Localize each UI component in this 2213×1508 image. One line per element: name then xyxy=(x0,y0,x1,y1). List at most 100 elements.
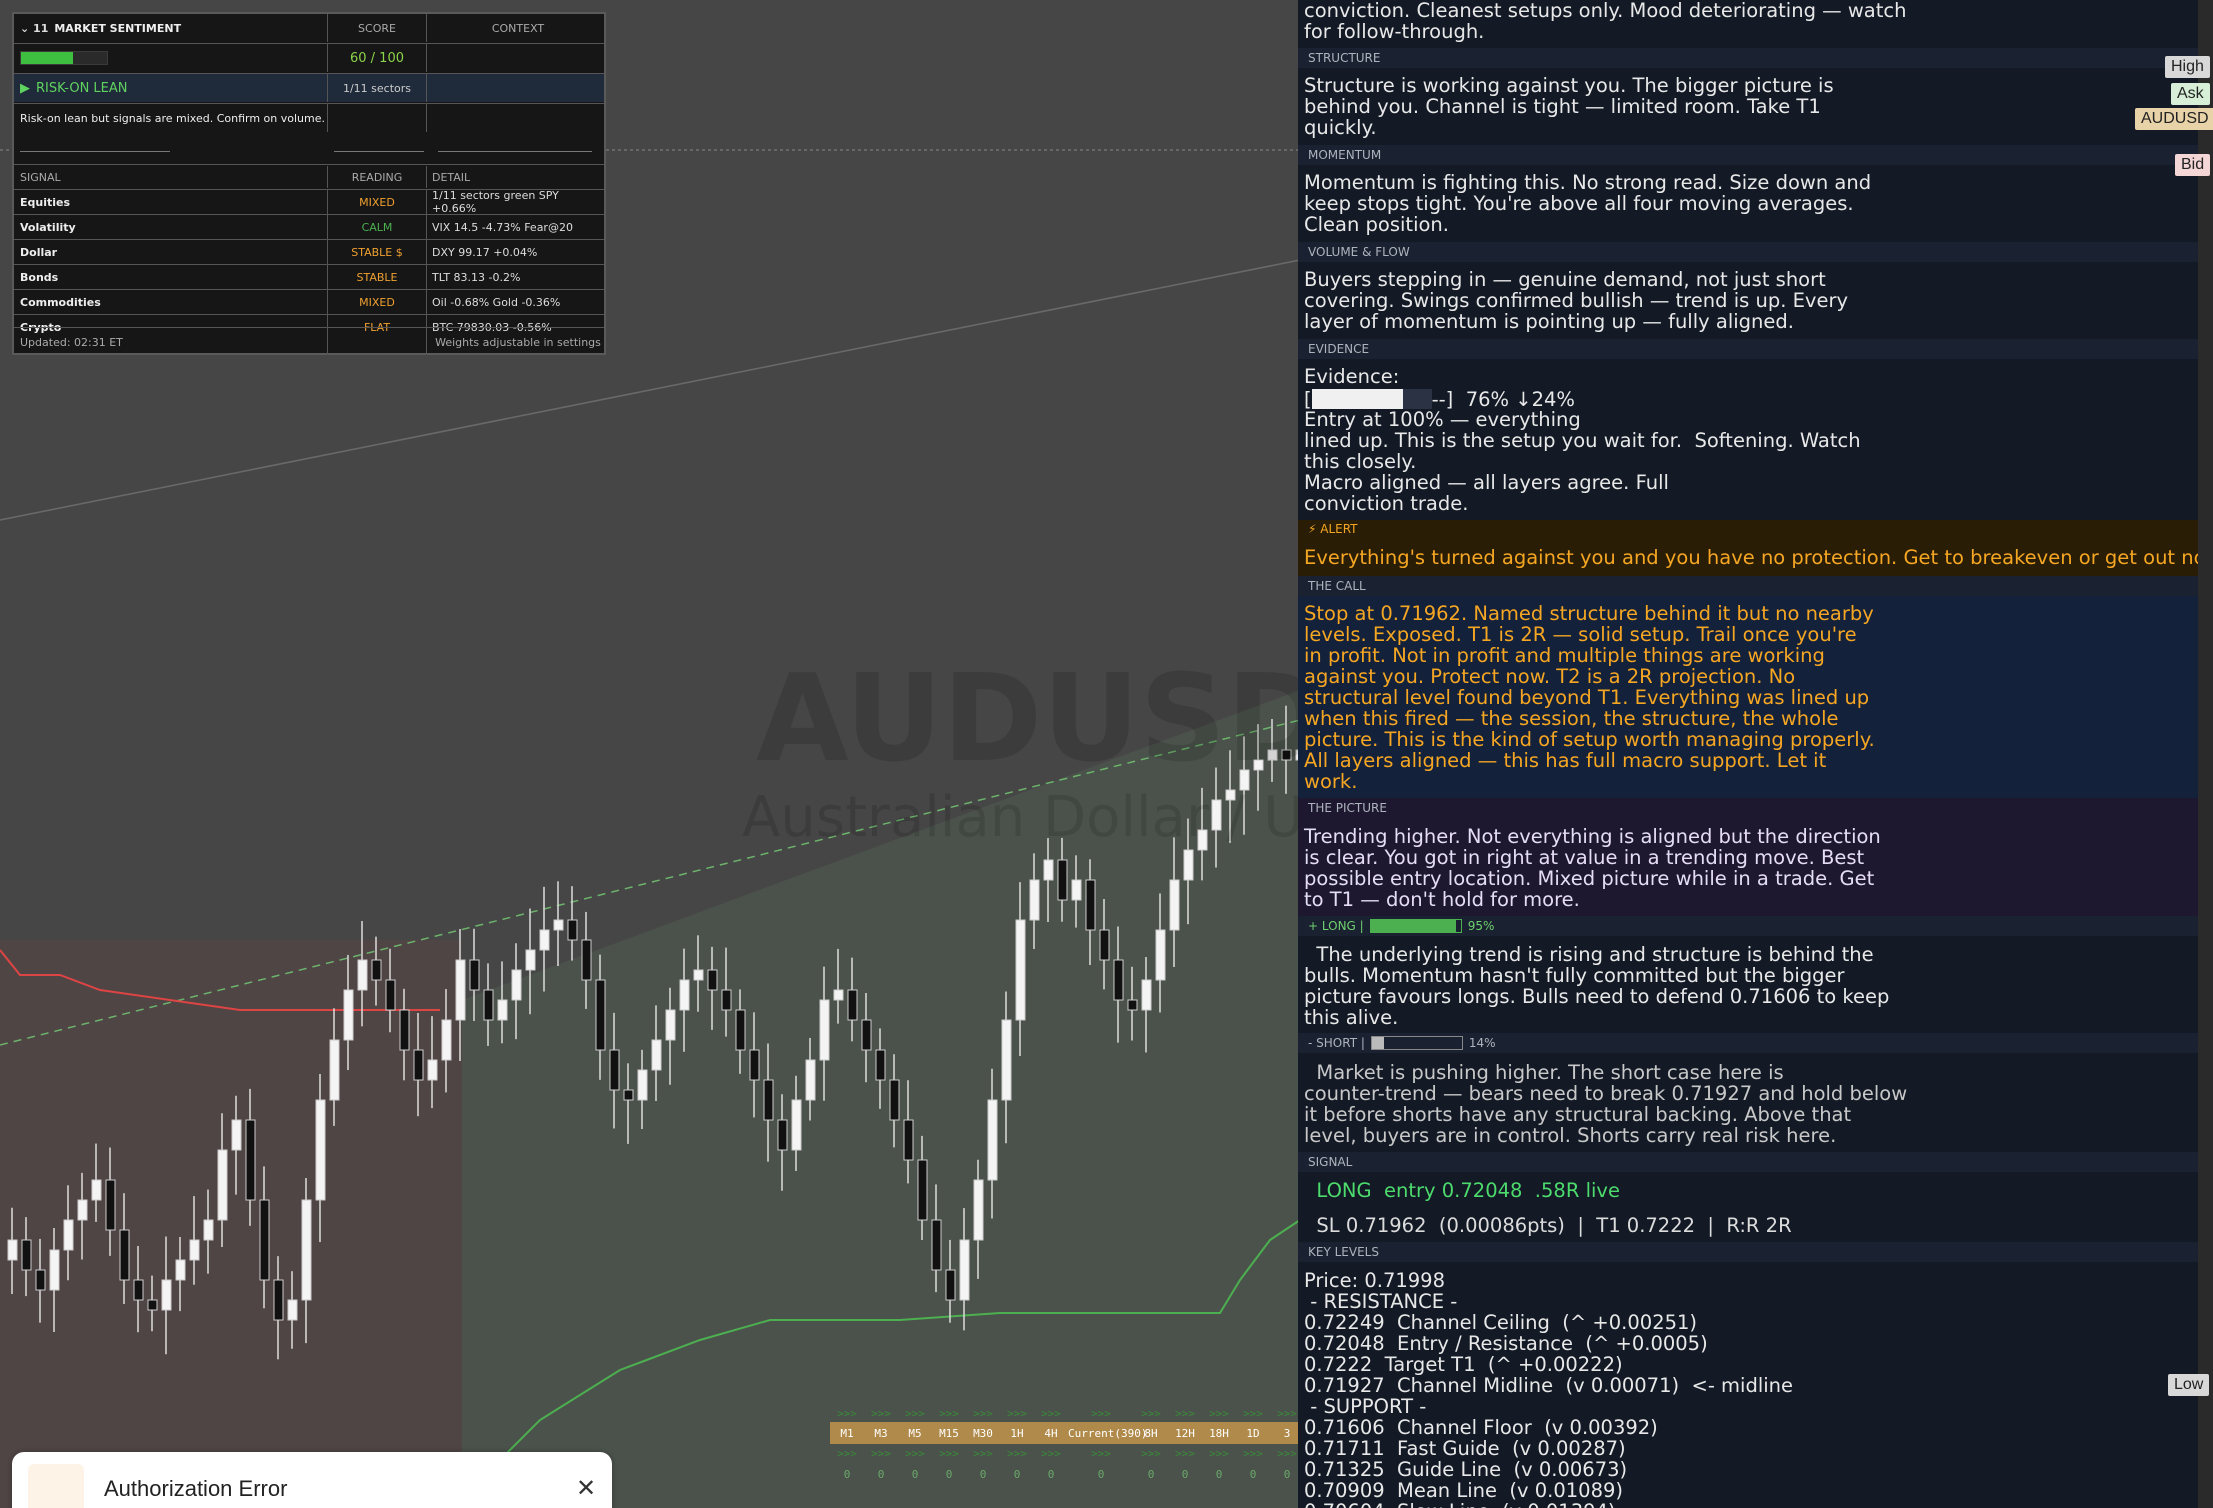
long-percent: 95% xyxy=(1467,919,1495,933)
timeframe-label[interactable]: 4H xyxy=(1034,1427,1068,1440)
collapse-toggle[interactable]: ⌄ 11 xyxy=(20,22,48,35)
timeframe-arrow: >>> xyxy=(973,1446,993,1460)
candle-body xyxy=(1155,929,1166,981)
timeframe-arrow: >>> xyxy=(1141,1446,1161,1460)
timeframe-arrow: >>> xyxy=(871,1406,891,1420)
candle-body xyxy=(819,999,830,1061)
long-header: + LONG | xyxy=(1308,919,1364,933)
candle-body xyxy=(399,1009,410,1051)
timeframe-label[interactable]: M5 xyxy=(898,1427,932,1440)
price-scale[interactable] xyxy=(2198,0,2213,1508)
timeframe-label[interactable]: 1H xyxy=(1000,1427,1034,1440)
candle-body xyxy=(693,969,704,981)
candle-body xyxy=(791,1099,802,1151)
timeframe-label[interactable]: M15 xyxy=(932,1427,966,1440)
candle-body xyxy=(203,1219,214,1241)
candle-body xyxy=(287,1299,298,1321)
section-the-call: THE CALL xyxy=(1298,576,2198,596)
signal-header-row: SIGNAL READING DETAIL xyxy=(14,166,604,188)
candle-body xyxy=(105,1179,116,1231)
timeframe-label[interactable]: M1 xyxy=(830,1427,864,1440)
candle-body xyxy=(1183,849,1194,881)
timeframe-arrow: >>> xyxy=(1277,1446,1297,1460)
timeframe-label[interactable]: 1D xyxy=(1236,1427,1270,1440)
timeframe-label[interactable]: M30 xyxy=(966,1427,1000,1440)
sentiment-header-row: ⌄ 11 MARKET SENTIMENT SCORE CONTEXT xyxy=(14,14,604,42)
timeframe-arrow: >>> xyxy=(1041,1406,1061,1420)
candle-body xyxy=(63,1219,74,1251)
candle-body xyxy=(343,989,354,1041)
timeframe-strip: >>> >>> >>> >>> >>> >>> >>> >>> >>> >>> >>> >>> >>> … xyxy=(830,1404,1300,1508)
chart-watermark-symbol: AUDUSD xyxy=(756,650,1300,789)
candle-body xyxy=(1113,959,1124,1001)
sentiment-title: MARKET SENTIMENT xyxy=(54,21,182,35)
trade-analysis-panel: conviction. Cleanest setups only. Mood d… xyxy=(1298,0,2198,1508)
ask-price-label: Ask xyxy=(2171,83,2210,105)
section-key-levels: KEY LEVELS xyxy=(1298,1242,2198,1262)
score-bar xyxy=(20,51,108,65)
candle-body xyxy=(651,1039,662,1071)
section-the-picture: THE PICTURE xyxy=(1298,798,2198,818)
candle-body xyxy=(175,1259,186,1281)
candle-body xyxy=(707,969,718,991)
candle-body xyxy=(329,1039,340,1101)
context-header: CONTEXT xyxy=(491,21,545,35)
candle-body xyxy=(385,979,396,1011)
candle-body xyxy=(1169,879,1180,931)
signal-name: Commodities xyxy=(14,290,328,314)
candle-body xyxy=(1099,929,1110,961)
short-bar xyxy=(1370,1036,1463,1050)
timeframe-label[interactable]: 18H xyxy=(1202,1427,1236,1440)
candle-body xyxy=(455,959,466,1021)
timeframe-label[interactable]: 3 xyxy=(1270,1427,1300,1440)
timeframe-arrows-row: >>> >>> >>> >>> >>> >>> >>> >>> >>> >>> >>> >>> >>> xyxy=(830,1444,1300,1462)
candle-body xyxy=(441,1019,452,1061)
alert-text: Everything's turned against you and you … xyxy=(1304,546,2198,569)
timeframe-value: 0 xyxy=(877,1467,885,1481)
timeframe-value: 0 xyxy=(1047,1467,1055,1481)
timeframe-label[interactable]: M3 xyxy=(864,1427,898,1440)
price-chart[interactable]: AUDUSD Australian Dollar / U ⌄ 11 MARKET… xyxy=(0,0,1300,1508)
candle-body xyxy=(273,1279,284,1321)
signal-reading: STABLE $ xyxy=(328,240,427,264)
candle-body xyxy=(847,989,858,1021)
collapse-count[interactable]: 11 xyxy=(33,22,48,35)
candle-body xyxy=(959,1239,970,1301)
timeframe-arrow: >>> xyxy=(1141,1406,1161,1420)
market-sentiment-table: ⌄ 11 MARKET SENTIMENT SCORE CONTEXT 60 /… xyxy=(12,12,606,355)
candle-body xyxy=(749,1049,760,1081)
signal-reading: MIXED xyxy=(328,190,427,214)
candle-body xyxy=(511,969,522,1001)
timeframe-arrow: >>> xyxy=(837,1406,857,1420)
timeframe-value: 0 xyxy=(1283,1467,1291,1481)
timeframe-arrow: >>> xyxy=(1175,1406,1195,1420)
candle-body xyxy=(1029,879,1040,921)
candle-body xyxy=(7,1239,18,1261)
timeframe-label[interactable]: Current(390) xyxy=(1068,1427,1147,1440)
bid-price-label: Bid xyxy=(2175,154,2211,176)
signal-name: Bonds xyxy=(14,265,328,289)
close-icon[interactable]: ✕ xyxy=(576,1474,596,1502)
signal-name: Dollar xyxy=(14,240,328,264)
section-structure: STRUCTURE xyxy=(1298,48,2198,68)
candle-body xyxy=(469,959,480,991)
candle-body xyxy=(483,989,494,1021)
candle-body xyxy=(665,1009,676,1041)
picture-text: Trending higher. Not everything is align… xyxy=(1304,825,1881,911)
candle-body xyxy=(567,919,578,941)
candle-body xyxy=(553,919,564,931)
candle-body xyxy=(1057,859,1068,901)
timeframe-label[interactable]: 12H xyxy=(1168,1427,1202,1440)
timeframe-label[interactable]: 8H xyxy=(1134,1427,1168,1440)
candle-body xyxy=(77,1199,88,1221)
signal-detail: VIX 14.5 -4.73% Fear@20 xyxy=(432,220,573,234)
timeframe-values-row: 0 0 0 0 0 0 0 0 0 0 0 0 0 xyxy=(830,1462,1300,1486)
timeframe-arrow: >>> xyxy=(1041,1446,1061,1460)
timeframe-arrow: >>> xyxy=(905,1406,925,1420)
section-momentum: MOMENTUM xyxy=(1298,145,2198,165)
sentiment-note: Risk-on lean but signals are mixed. Conf… xyxy=(14,104,328,132)
timeframe-arrow: >>> xyxy=(1243,1406,1263,1420)
volume-text: Buyers stepping in — genuine demand, not… xyxy=(1304,268,1849,333)
candle-body xyxy=(1127,999,1138,1011)
candle-body xyxy=(301,1199,312,1301)
